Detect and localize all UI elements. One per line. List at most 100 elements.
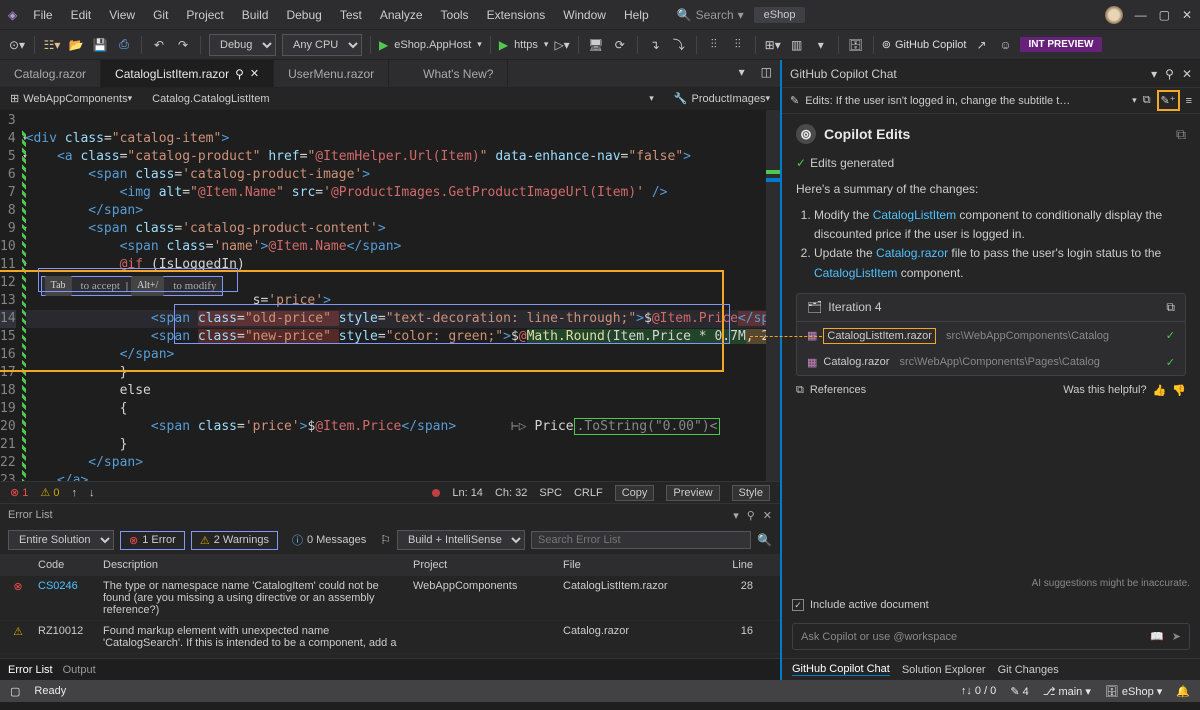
bottom-tab-error-list[interactable]: Error List: [8, 664, 53, 676]
menu-project[interactable]: Project: [178, 4, 231, 26]
copy-iteration-icon[interactable]: ⧉: [1166, 300, 1175, 315]
repo-indicator[interactable]: 🗄 eShop ▾: [1105, 685, 1162, 698]
bottom-tab-output[interactable]: Output: [63, 664, 96, 676]
db-icon[interactable]: 🗄: [847, 36, 865, 54]
col-line[interactable]: Line: [713, 559, 753, 571]
copy-response-icon[interactable]: ⧉: [1176, 126, 1186, 143]
menu-window[interactable]: Window: [555, 4, 614, 26]
pin-icon[interactable]: ⚲: [235, 67, 244, 81]
col-file[interactable]: File: [563, 559, 703, 571]
new-edits-icon[interactable]: ✎⁺: [1157, 90, 1180, 111]
menu-extensions[interactable]: Extensions: [479, 4, 554, 26]
share-icon[interactable]: ↗: [972, 36, 990, 54]
send-icon[interactable]: ➤: [1172, 630, 1181, 643]
book-icon[interactable]: 📖: [1150, 630, 1164, 643]
tab-overflow-icon[interactable]: ▾: [731, 60, 753, 87]
nav-down-icon[interactable]: ↓: [89, 487, 95, 499]
run-target[interactable]: eShop.AppHost: [394, 39, 471, 51]
layout-icon[interactable]: ▥: [788, 36, 806, 54]
close-tab-icon[interactable]: ✕: [250, 67, 259, 80]
menu-debug[interactable]: Debug: [278, 4, 329, 26]
copy-button[interactable]: Copy: [615, 485, 655, 501]
start-debug-icon[interactable]: ▶: [379, 38, 388, 52]
code-editor[interactable]: 34▾5▾6789▾1011▾121314💡151617181920212223…: [0, 110, 780, 481]
error-row[interactable]: ⚠ RZ10012 Found markup element with unex…: [0, 621, 780, 654]
undo-icon[interactable]: ↶: [150, 36, 168, 54]
options-icon[interactable]: ▾: [1151, 67, 1157, 81]
menu-git[interactable]: Git: [145, 4, 176, 26]
scope-select[interactable]: Entire Solution: [8, 530, 114, 550]
tab-cataloglistitem[interactable]: CatalogListItem.razor⚲✕: [101, 60, 274, 87]
errors-filter[interactable]: ⊗ 1 Error: [120, 531, 185, 550]
close-icon[interactable]: ✕: [763, 509, 772, 522]
menu-help[interactable]: Help: [616, 4, 657, 26]
warnings-filter[interactable]: ⚠ 2 Warnings: [191, 531, 278, 550]
platform-select[interactable]: Any CPU: [282, 34, 362, 56]
filter-icon[interactable]: ⚐: [380, 533, 391, 547]
start-no-debug-icon[interactable]: ▷▾: [554, 38, 569, 52]
iteration-file-1[interactable]: ▦ CatalogListItem.razor src\WebAppCompon…: [797, 322, 1185, 350]
checkbox-icon[interactable]: ✓: [792, 599, 804, 611]
sync-status[interactable]: ↑↓ 0 / 0: [961, 685, 996, 697]
editor-scrollbar[interactable]: [766, 110, 780, 481]
configuration-select[interactable]: Debug: [209, 34, 276, 56]
https-label[interactable]: https: [514, 39, 538, 51]
error-search-input[interactable]: [531, 531, 751, 549]
user-avatar[interactable]: [1105, 6, 1123, 24]
tab-catalog[interactable]: Catalog.razor: [0, 60, 101, 87]
refresh-icon[interactable]: ⟳: [611, 36, 629, 54]
menu-build[interactable]: Build: [234, 4, 277, 26]
environment-icon[interactable]: 🖥: [587, 36, 605, 54]
pin-icon[interactable]: ⚲: [747, 509, 755, 522]
error-count-icon[interactable]: ⊗ 1: [10, 486, 28, 499]
back-nav-icon[interactable]: ⊙▾: [8, 36, 26, 54]
tab-git-changes[interactable]: Git Changes: [998, 664, 1059, 676]
options-icon[interactable]: ▾: [733, 509, 739, 522]
preview-button[interactable]: Preview: [666, 485, 719, 501]
pin-icon[interactable]: ⚲: [1165, 67, 1174, 81]
col-desc[interactable]: Description: [103, 559, 403, 571]
col-code[interactable]: Code: [38, 559, 93, 571]
class-scope[interactable]: Catalog.CatalogListItem: [132, 93, 649, 105]
iteration-file-2[interactable]: ▦ Catalog.razor src\WebApp\Components\Pa…: [797, 350, 1185, 375]
notifications-icon[interactable]: 🔔: [1176, 685, 1190, 698]
project-scope[interactable]: WebAppComponents: [23, 93, 127, 105]
more-icon[interactable]: ▾: [812, 36, 830, 54]
inline-hint[interactable]: Tabto accept|Alt+/to modify: [41, 276, 224, 296]
redo-icon[interactable]: ↷: [174, 36, 192, 54]
include-active-doc[interactable]: ✓ Include active document: [782, 593, 1200, 617]
copy-icon[interactable]: ⧉: [1143, 94, 1151, 107]
references-label[interactable]: References: [810, 384, 866, 396]
style-button[interactable]: Style: [732, 485, 770, 501]
menu-analyze[interactable]: Analyze: [372, 4, 431, 26]
menu-edit[interactable]: Edit: [63, 4, 100, 26]
thumbs-down-icon[interactable]: 👎: [1172, 384, 1186, 397]
new-item-icon[interactable]: ☷▾: [43, 36, 61, 54]
tab-usermenu[interactable]: UserMenu.razor: [274, 60, 389, 87]
search-icon[interactable]: 🔍: [757, 533, 772, 547]
build-filter-select[interactable]: Build + IntelliSense: [397, 530, 525, 550]
save-all-icon[interactable]: ⎙: [115, 36, 133, 54]
col-proj[interactable]: Project: [413, 559, 553, 571]
step-icon[interactable]: ↴: [646, 36, 664, 54]
outdent-icon[interactable]: ⫶⫶: [729, 36, 747, 54]
indent-icon[interactable]: ⫶⫶: [705, 36, 723, 54]
minimize-button[interactable]: ―: [1135, 8, 1147, 22]
menu-view[interactable]: View: [101, 4, 143, 26]
output-icon[interactable]: ▢: [10, 685, 20, 698]
references-icon[interactable]: ⧉: [796, 384, 804, 397]
list-icon[interactable]: ≡: [1186, 95, 1192, 107]
start-without-debug-icon[interactable]: ▶: [499, 38, 508, 52]
copilot-chat-input[interactable]: Ask Copilot or use @workspace 📖 ➤: [792, 623, 1190, 650]
branch-indicator[interactable]: ⎇ main ▾: [1043, 685, 1091, 698]
open-icon[interactable]: 📂: [67, 36, 85, 54]
close-icon[interactable]: ✕: [1182, 67, 1192, 81]
pending-changes[interactable]: ✎ 4: [1010, 685, 1028, 698]
menu-test[interactable]: Test: [332, 4, 370, 26]
maximize-button[interactable]: ▢: [1159, 8, 1170, 22]
feedback-icon[interactable]: ☺: [996, 36, 1014, 54]
save-icon[interactable]: 💾: [91, 36, 109, 54]
step-over-icon[interactable]: ⤵: [670, 36, 688, 54]
nav-up-icon[interactable]: ↑: [71, 487, 77, 499]
github-copilot-toolbar[interactable]: ⊚ GitHub Copilot: [882, 38, 967, 51]
